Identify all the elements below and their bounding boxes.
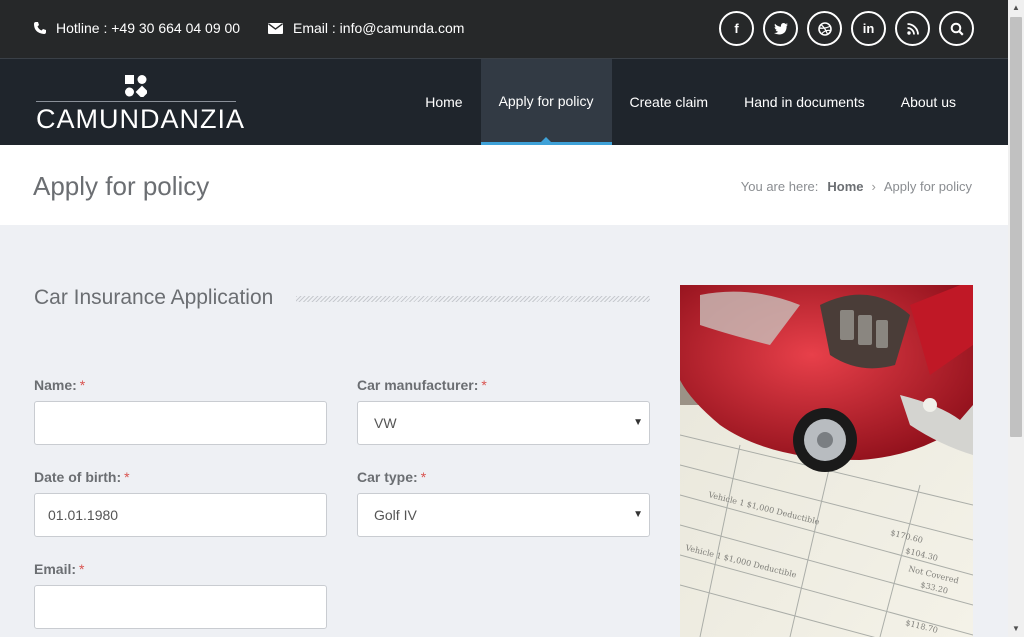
- required-marker: *: [420, 469, 427, 485]
- nav-item-about-us[interactable]: About us: [883, 59, 974, 145]
- twitter-bird-icon: [773, 22, 788, 35]
- twitter-icon[interactable]: [763, 11, 798, 46]
- email-contact[interactable]: Email : info@camunda.com: [268, 20, 464, 36]
- top-bar: Hotline : +49 30 664 04 09 00 Email : in…: [0, 0, 1008, 58]
- manufacturer-label: Car manufacturer: *: [357, 377, 487, 393]
- rss-icon[interactable]: [895, 11, 930, 46]
- manufacturer-value: VW: [374, 415, 397, 431]
- breadcrumb-prefix: You are here:: [740, 179, 819, 194]
- magnifier-icon: [950, 22, 964, 36]
- brand-bold: CAMUNDA: [36, 104, 180, 134]
- main-nav: Home Apply for policy Create claim Hand …: [407, 59, 974, 145]
- dob-input[interactable]: 01.01.1980: [34, 493, 327, 537]
- facebook-icon[interactable]: f: [719, 11, 754, 46]
- breadcrumb-current: Apply for policy: [883, 179, 972, 194]
- scroll-up-arrow-icon[interactable]: ▲: [1008, 0, 1024, 16]
- dribbble-ball-icon: [817, 21, 832, 36]
- facebook-glyph: f: [734, 21, 739, 36]
- nav-item-create-claim[interactable]: Create claim: [612, 59, 727, 145]
- rss-feed-icon: [906, 22, 919, 35]
- dribbble-icon[interactable]: [807, 11, 842, 46]
- cartype-value: Golf IV: [374, 507, 417, 523]
- vertical-scrollbar[interactable]: ▲ ▼: [1008, 0, 1024, 637]
- name-input[interactable]: [34, 401, 327, 445]
- email-text[interactable]: Email : info@camunda.com: [293, 20, 464, 36]
- envelope-icon: [268, 22, 283, 34]
- linkedin-glyph: in: [862, 21, 875, 36]
- breadcrumb-separator: ›: [871, 179, 876, 194]
- scroll-down-arrow-icon[interactable]: ▼: [1008, 621, 1024, 637]
- phone-icon: [34, 22, 46, 34]
- linkedin-icon[interactable]: in: [851, 11, 886, 46]
- dropdown-arrow-icon: ▼: [633, 417, 643, 428]
- hotline-text: Hotline : +49 30 664 04 09 00: [56, 20, 241, 36]
- brand-wordmark: CAMUNDANZIA: [36, 104, 245, 135]
- required-marker: *: [481, 377, 487, 393]
- car-insurance-photo: Vehicle 1 $1,000 Deductible Vehicle 1 $1…: [680, 285, 973, 637]
- cartype-label-text: Car type:: [357, 469, 418, 485]
- main-navbar: CAMUNDANZIA Home Apply for policy Create…: [0, 58, 1008, 145]
- email-label-text: Email:: [34, 561, 77, 577]
- brand-thin: NZIA: [179, 104, 246, 134]
- page-title: Apply for policy: [33, 171, 210, 201]
- hotline-contact: Hotline : +49 30 664 04 09 00: [34, 20, 240, 36]
- nav-item-hand-in-documents[interactable]: Hand in documents: [726, 59, 883, 145]
- manufacturer-select[interactable]: VW ▼: [357, 401, 650, 445]
- search-icon[interactable]: [939, 11, 974, 46]
- breadcrumb-home-link[interactable]: Home: [827, 179, 863, 194]
- required-marker: *: [79, 561, 85, 577]
- required-marker: *: [79, 377, 86, 393]
- logo-divider: [36, 101, 236, 102]
- dropdown-arrow-icon: ▼: [633, 509, 643, 520]
- manufacturer-label-text: Car manufacturer:: [357, 377, 479, 393]
- cartype-select[interactable]: Golf IV ▼: [357, 493, 650, 537]
- dob-label: Date of birth: *: [34, 469, 130, 485]
- nav-item-home[interactable]: Home: [407, 59, 480, 145]
- form-title: Car Insurance Application: [34, 286, 274, 309]
- logo-mark-icon: [125, 75, 147, 97]
- social-links: f in: [710, 11, 974, 46]
- email-label: Email: *: [34, 561, 84, 577]
- required-marker: *: [124, 469, 130, 485]
- email-input[interactable]: [34, 585, 327, 629]
- name-label: Name: *: [34, 377, 85, 393]
- page-header: Apply for policy You are here: Home › Ap…: [0, 145, 1008, 225]
- cartype-label: Car type: *: [357, 469, 426, 485]
- scrollbar-thumb[interactable]: [1010, 17, 1022, 437]
- breadcrumb: You are here: Home › Apply for policy: [741, 179, 972, 194]
- nav-item-apply-for-policy[interactable]: Apply for policy: [480, 59, 612, 145]
- title-divider: [296, 296, 650, 302]
- car-photo-illustration: Vehicle 1 $1,000 Deductible Vehicle 1 $1…: [680, 285, 973, 637]
- name-label-text: Name:: [34, 377, 77, 393]
- dob-label-text: Date of birth:: [34, 469, 122, 485]
